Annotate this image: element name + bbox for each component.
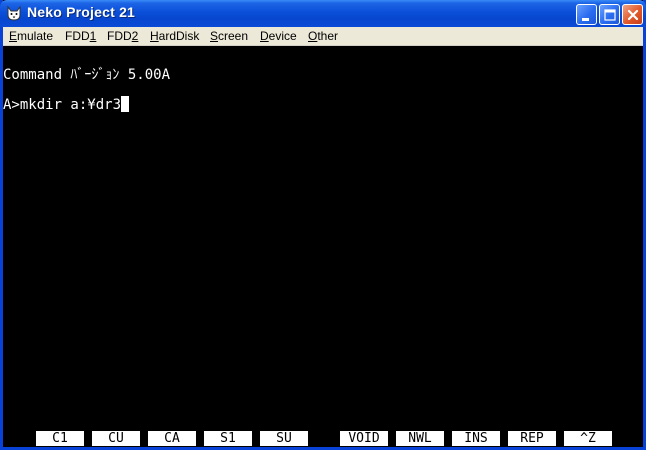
menu-harddisk[interactable]: HardDisk <box>150 29 199 43</box>
emulator-window: Neko Project 21 Emulate FDD1 FDD2 HardDi… <box>0 0 646 450</box>
menu-bar: Emulate FDD1 FDD2 HardDisk Screen Device… <box>3 27 643 46</box>
title-bar[interactable]: Neko Project 21 <box>0 0 646 27</box>
fkey-s1: S1 <box>204 431 252 446</box>
prompt-text: A>mkdir a:¥dr3 <box>3 97 122 113</box>
minimize-icon <box>582 18 589 21</box>
emulator-screen[interactable]: Command ﾊﾞｰｼﾞｮﾝ 5.00A A>mkdir a:¥dr3 C1 … <box>3 47 643 447</box>
minimize-button[interactable] <box>576 4 597 25</box>
fkey-void: VOID <box>340 431 388 446</box>
fkey-c1: C1 <box>36 431 84 446</box>
menu-fdd1[interactable]: FDD1 <box>65 29 96 43</box>
close-button[interactable] <box>622 4 643 25</box>
menu-screen[interactable]: Screen <box>210 29 248 43</box>
fkey-nwl: NWL <box>396 431 444 446</box>
fkey-su: SU <box>260 431 308 446</box>
maximize-icon <box>604 9 616 21</box>
fkey-ctrl-z: ^Z <box>564 431 612 446</box>
maximize-button[interactable] <box>599 4 620 25</box>
window-title: Neko Project 21 <box>27 4 136 20</box>
fkey-rep: REP <box>508 431 556 446</box>
menu-device[interactable]: Device <box>260 29 297 43</box>
menu-other[interactable]: Other <box>308 29 338 43</box>
menu-fdd2[interactable]: FDD2 <box>107 29 138 43</box>
fkey-ins: INS <box>452 431 500 446</box>
menu-emulate[interactable]: Emulate <box>9 29 53 43</box>
neko-cat-icon[interactable] <box>6 5 22 21</box>
text-cursor <box>121 96 130 112</box>
fkey-ca: CA <box>148 431 196 446</box>
version-line: Command ﾊﾞｰｼﾞｮﾝ 5.00A <box>3 67 171 83</box>
fkey-cu: CU <box>92 431 140 446</box>
command-prompt-line: A>mkdir a:¥dr3 <box>3 96 130 113</box>
close-icon <box>627 9 639 21</box>
